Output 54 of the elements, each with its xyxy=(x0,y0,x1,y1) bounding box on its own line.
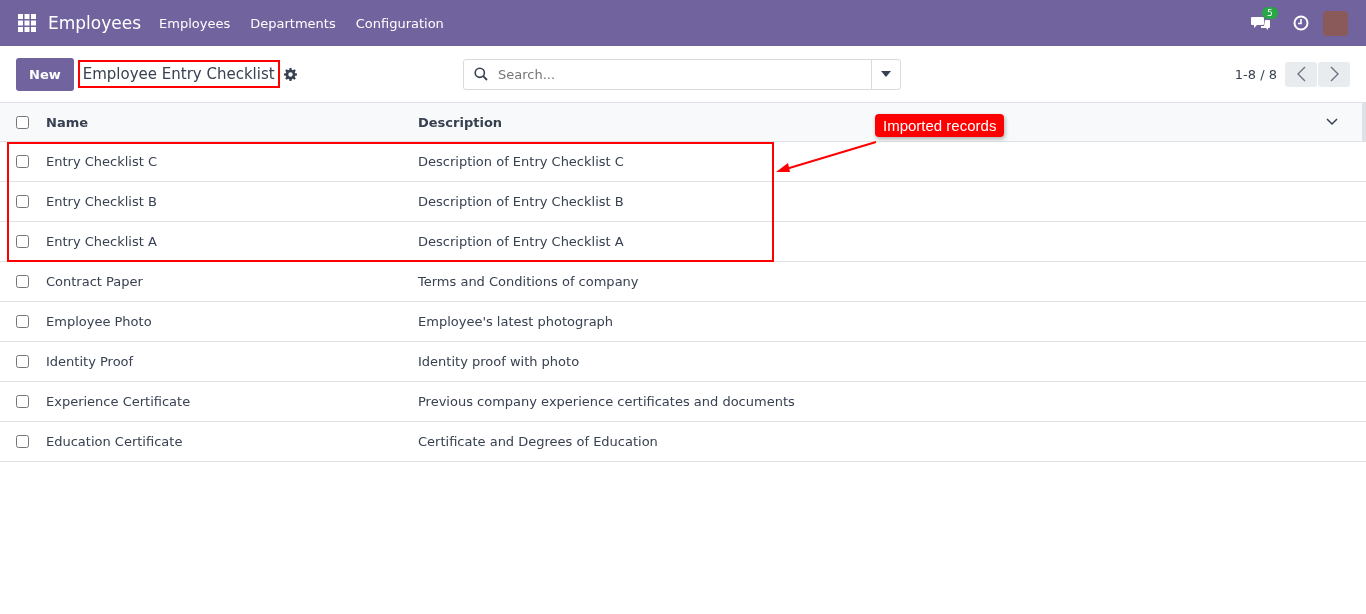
name-cell-text: Experience Certificate xyxy=(46,394,192,409)
table-row[interactable]: Entry Checklist A Description of Entry Checklist A xyxy=(0,222,1366,262)
description-cell-text: Certificate and Degrees of Education xyxy=(418,434,659,449)
search-icon xyxy=(474,67,488,81)
column-header[interactable]: Description xyxy=(418,114,503,130)
chat-bubbles-icon[interactable] xyxy=(1251,15,1271,31)
row-checkbox[interactable] xyxy=(16,355,29,368)
name-cell-text: Identity Proof xyxy=(46,354,135,369)
name-cell-text: Entry Checklist C xyxy=(46,154,158,169)
row-checkbox[interactable] xyxy=(16,435,29,448)
row-checkbox[interactable] xyxy=(16,155,29,168)
description-cell-text: Description of Entry Checklist B xyxy=(418,194,625,209)
table-row[interactable]: Entry Checklist B Description of Entry Checklist B xyxy=(0,182,1366,222)
chevron-left-icon xyxy=(1296,66,1306,82)
description-cell-text: Terms and Conditions of company xyxy=(418,274,640,289)
name-cell-text: Employee Photo xyxy=(46,314,153,329)
row-checkbox[interactable] xyxy=(16,195,29,208)
clock-icon[interactable] xyxy=(1293,15,1309,31)
row-checkbox[interactable] xyxy=(16,275,29,288)
table-row[interactable]: Entry Checklist C Description of Entry Checklist C xyxy=(0,142,1366,182)
table-row[interactable]: Employee Photo Employee's latest photograph xyxy=(0,302,1366,342)
view-title: Employee Entry Checklist xyxy=(77,60,280,88)
menu-item[interactable]: Departments xyxy=(250,15,336,31)
menu-item[interactable]: Employees xyxy=(159,15,231,31)
app-name[interactable]: Employees xyxy=(48,13,142,33)
table-row[interactable]: Identity Proof Identity proof with photo xyxy=(0,342,1366,382)
description-cell-text: Description of Entry Checklist A xyxy=(418,234,625,249)
select-all-checkbox[interactable] xyxy=(16,115,29,129)
name-cell-text: Entry Checklist B xyxy=(46,194,158,209)
column-header[interactable]: Name xyxy=(46,114,418,130)
search-field[interactable]: Search... xyxy=(463,58,901,90)
row-checkbox[interactable] xyxy=(16,395,29,408)
app-grid-icon[interactable] xyxy=(18,14,36,32)
chevron-right-icon xyxy=(1329,66,1339,82)
callout-label: Imported records xyxy=(875,114,1005,137)
description-cell-text: Description of Entry Checklist C xyxy=(418,154,625,169)
chevron-down-icon[interactable] xyxy=(1326,118,1338,126)
name-cell-text: Entry Checklist A xyxy=(46,234,158,249)
menu-item[interactable]: Configuration xyxy=(355,15,444,31)
description-cell-text: Employee's latest photograph xyxy=(418,314,615,329)
new-button[interactable]: New xyxy=(16,57,74,91)
caret-icon xyxy=(881,71,891,77)
name-cell-text: Education Certificate xyxy=(46,434,184,449)
table-row[interactable]: Contract Paper Terms and Conditions of company xyxy=(0,262,1366,302)
row-checkbox[interactable] xyxy=(16,235,29,248)
table-row[interactable]: Education Certificate Certificate and Degrees of Education xyxy=(0,422,1366,462)
message-count-badge: 5 xyxy=(1262,7,1278,19)
description-cell-text: Previous company experience certificates and documents xyxy=(418,394,796,409)
description-cell-text: Identity proof with photo xyxy=(418,354,581,369)
name-cell-text: Contract Paper xyxy=(46,274,144,289)
pager-value[interactable]: 1-8 / 8 xyxy=(1234,66,1277,82)
table-row[interactable]: Experience Certificate Previous company experience certificates and documents xyxy=(0,382,1366,422)
row-checkbox[interactable] xyxy=(16,315,29,328)
gear-icon[interactable] xyxy=(283,67,297,81)
